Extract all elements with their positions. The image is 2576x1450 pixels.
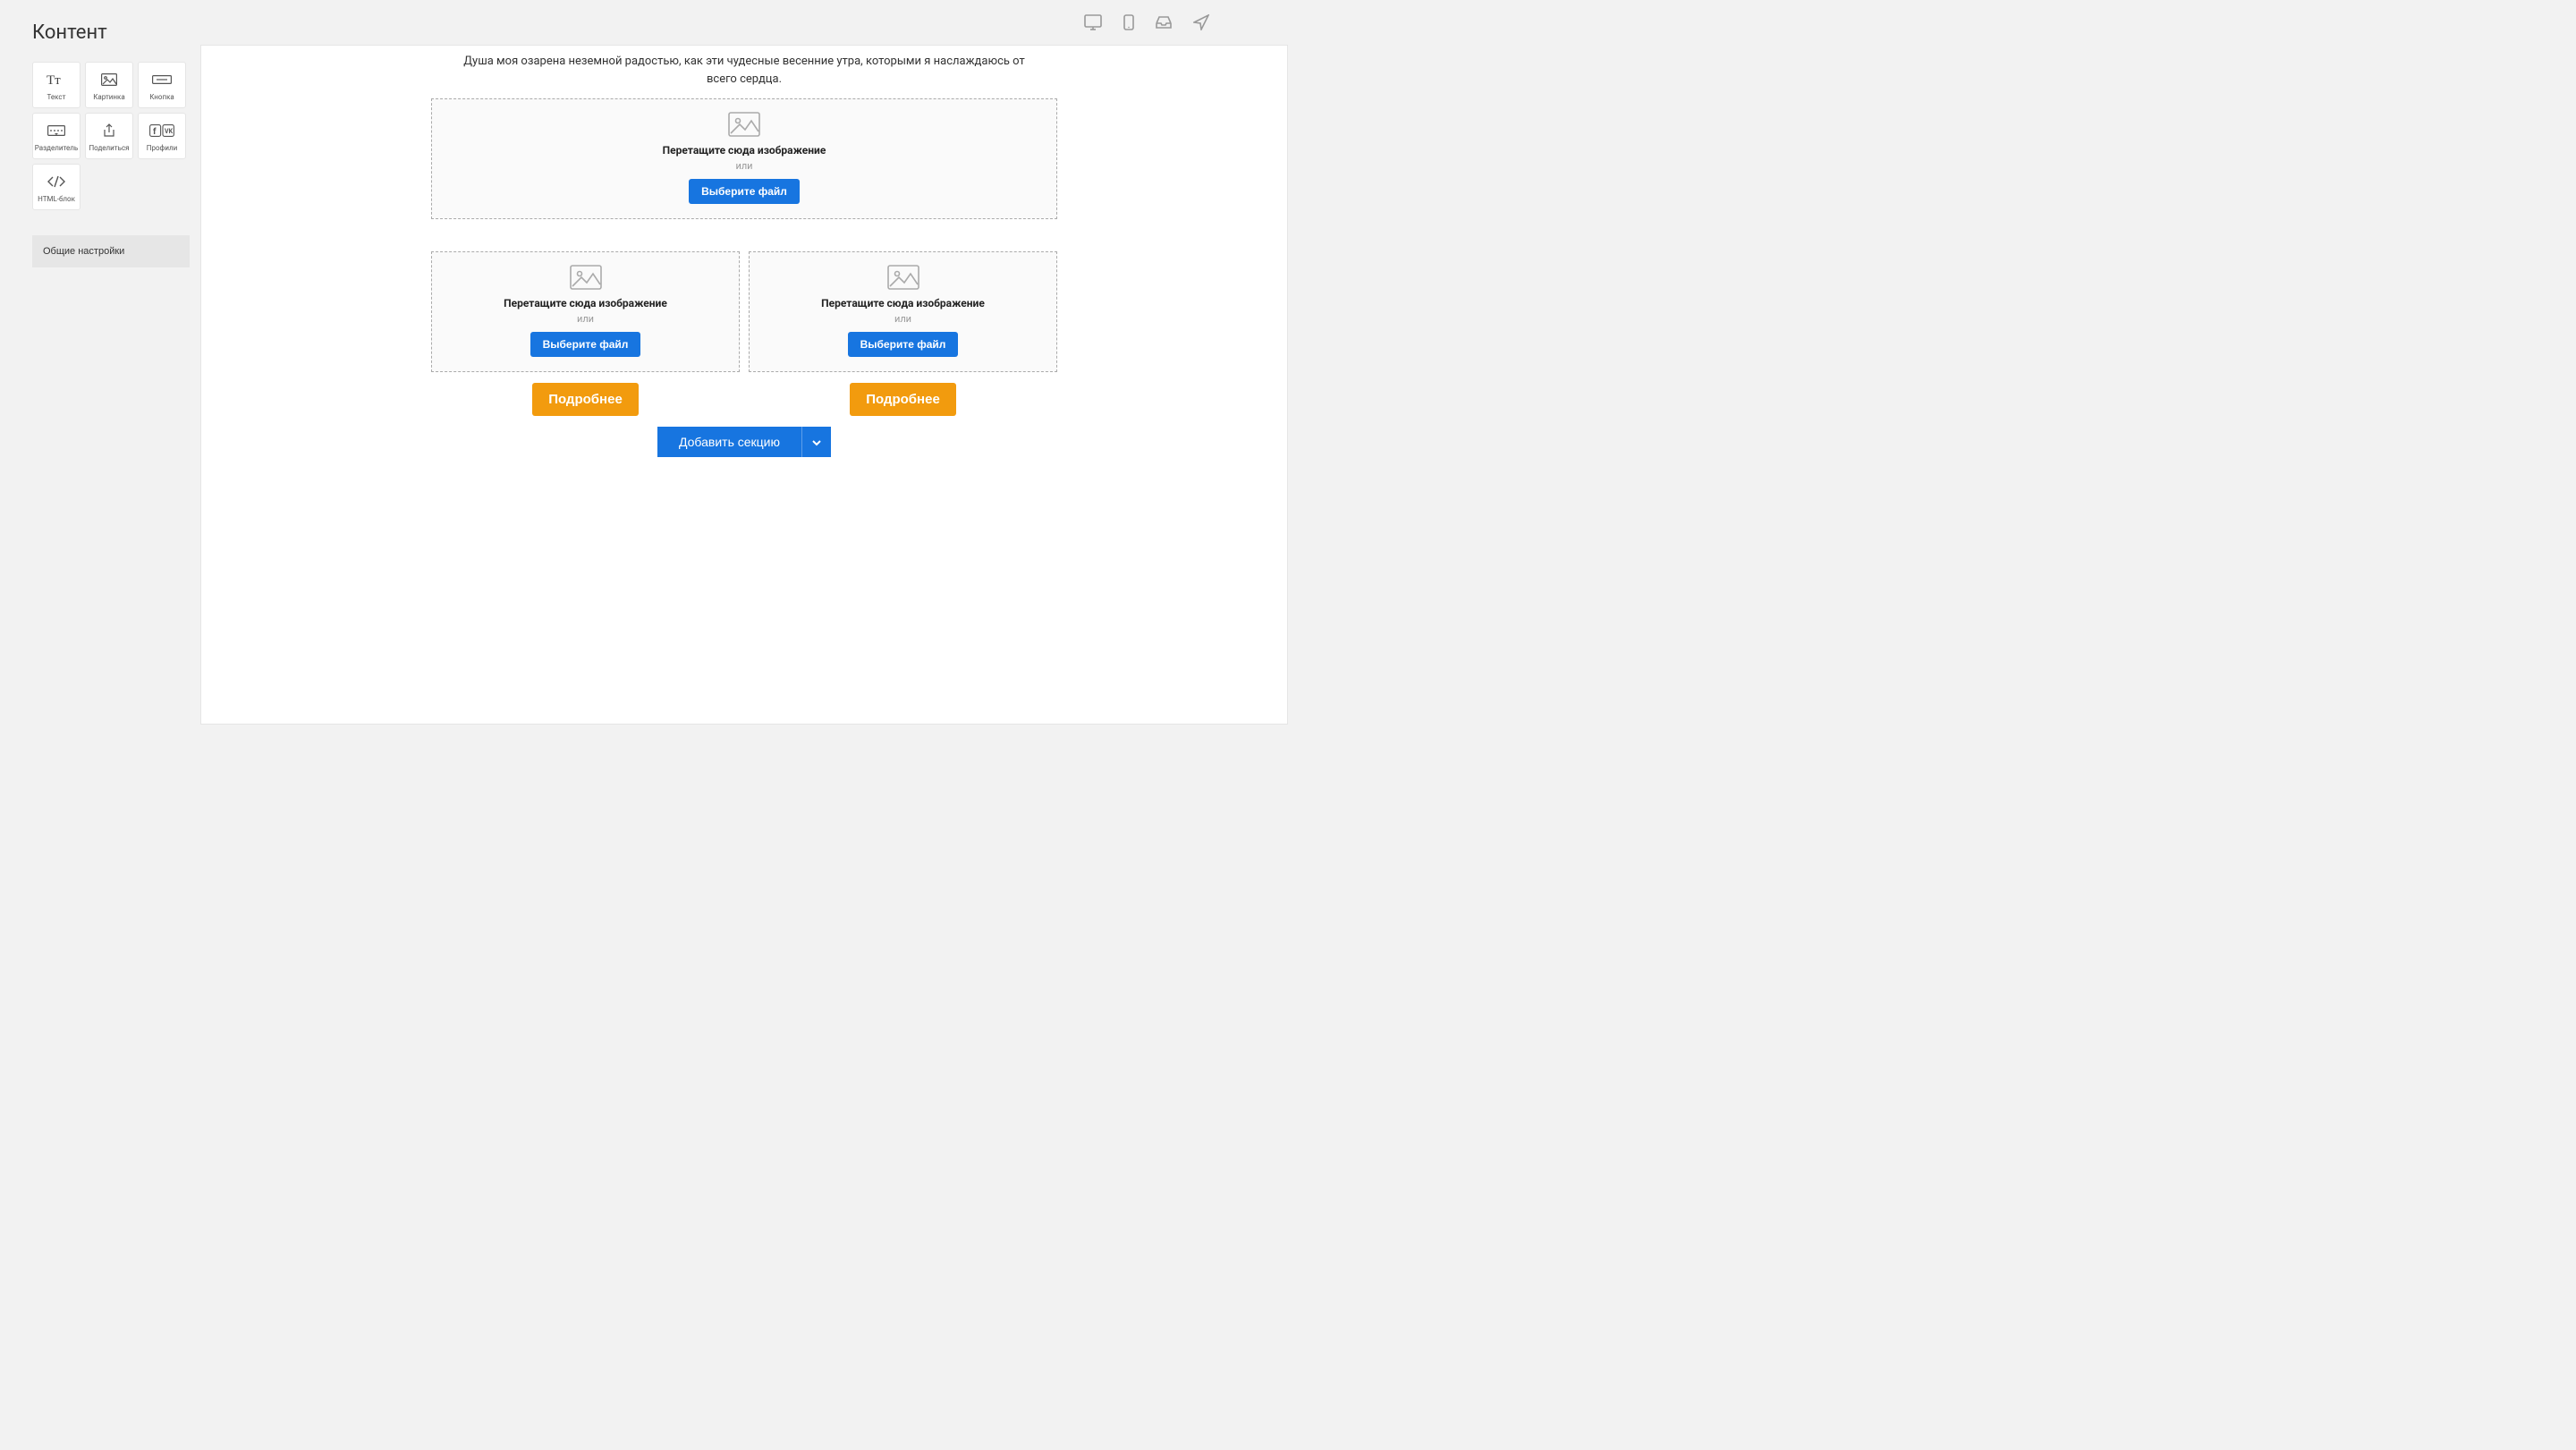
dropzone-title: Перетащите сюда изображение [441, 297, 730, 310]
inbox-icon[interactable] [1156, 15, 1172, 30]
mobile-preview-icon[interactable] [1123, 14, 1134, 30]
image-placeholder-icon [441, 265, 730, 290]
choose-file-button[interactable]: Выберите файл [848, 332, 959, 357]
dropzone-or: или [441, 313, 730, 325]
block-label: Картинка [93, 93, 124, 101]
desktop-preview-icon[interactable] [1084, 14, 1102, 30]
dropzone-title: Перетащите сюда изображение [758, 297, 1047, 310]
image-placeholder-icon [758, 265, 1047, 290]
chevron-down-icon [811, 436, 822, 449]
block-html[interactable]: HTML-блок [32, 164, 80, 210]
image-dropzone-right[interactable]: Перетащите сюда изображение или Выберите… [749, 251, 1057, 372]
block-label: Профили [147, 144, 177, 152]
send-icon[interactable] [1193, 14, 1209, 30]
dropzone-title: Перетащите сюда изображение [441, 144, 1047, 157]
html-icon [47, 172, 66, 191]
block-image[interactable]: Картинка [85, 62, 133, 108]
button-icon [152, 70, 172, 89]
block-label: Текст [47, 93, 66, 101]
block-text[interactable]: Тт Текст [32, 62, 80, 108]
general-settings-button[interactable]: Общие настройки [32, 235, 190, 267]
block-share[interactable]: Поделиться [85, 113, 133, 159]
block-label: Разделитель [35, 144, 78, 152]
text-icon: Тт [47, 70, 66, 89]
image-dropzone-main[interactable]: Перетащите сюда изображение или Выберите… [431, 98, 1057, 219]
choose-file-button[interactable]: Выберите файл [530, 332, 641, 357]
share-icon [103, 121, 115, 140]
choose-file-button[interactable]: Выберите файл [689, 179, 800, 204]
divider-icon [47, 121, 65, 140]
column-right: Перетащите сюда изображение или Выберите… [749, 251, 1057, 416]
block-profiles[interactable]: f VK Профили [138, 113, 186, 159]
block-button[interactable]: Кнопка [138, 62, 186, 108]
sidebar-title: Контент [32, 21, 200, 44]
block-label: Поделиться [89, 144, 129, 152]
canvas: Душа моя озарена неземной радостью, как … [200, 45, 1288, 725]
add-section-button[interactable]: Добавить секцию [657, 427, 801, 457]
more-button-right[interactable]: Подробнее [850, 383, 956, 416]
profiles-icon: f VK [149, 121, 174, 140]
dropzone-or: или [441, 160, 1047, 172]
main-area: Душа моя озарена неземной радостью, как … [200, 0, 1288, 725]
add-section-wrap: Добавить секцию [431, 427, 1057, 457]
block-divider[interactable]: Разделитель [32, 113, 80, 159]
block-label: Кнопка [149, 93, 174, 101]
dropzone-or: или [758, 313, 1047, 325]
intro-text: Душа моя озарена неземной радостью, как … [431, 53, 1057, 88]
svg-text:VK: VK [165, 128, 174, 135]
image-placeholder-icon [441, 112, 1047, 137]
column-left: Перетащите сюда изображение или Выберите… [431, 251, 740, 416]
more-button-left[interactable]: Подробнее [532, 383, 639, 416]
image-dropzone-left[interactable]: Перетащите сюда изображение или Выберите… [431, 251, 740, 372]
content-blocks-grid: Тт Текст Картинка Кнопка Ра [32, 62, 200, 210]
sidebar: Контент Тт Текст Картинка Кнопка [0, 0, 200, 725]
block-label: HTML-блок [38, 195, 75, 203]
image-icon [101, 70, 117, 89]
topbar [200, 0, 1288, 45]
svg-text:Тт: Тт [47, 73, 61, 87]
add-section-dropdown[interactable] [801, 427, 831, 457]
svg-text:f: f [153, 127, 157, 137]
two-column-row: Перетащите сюда изображение или Выберите… [431, 251, 1057, 416]
